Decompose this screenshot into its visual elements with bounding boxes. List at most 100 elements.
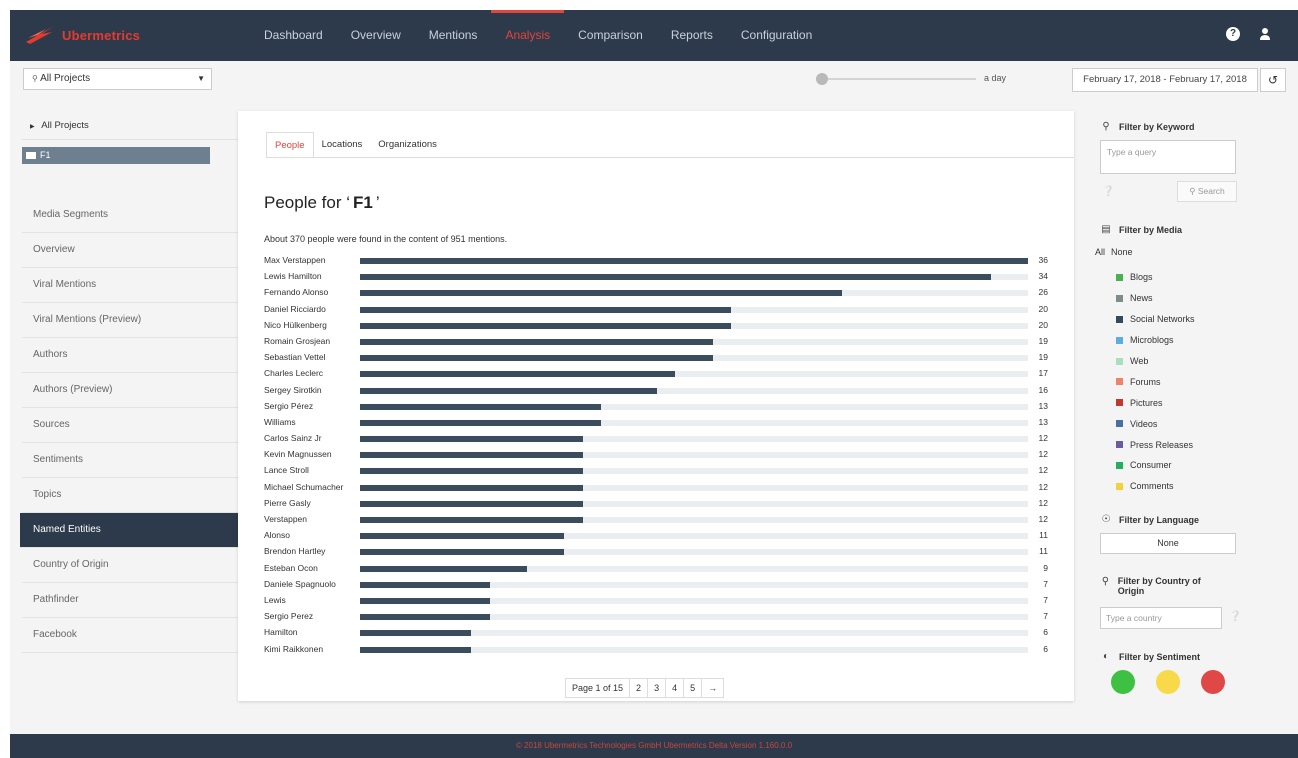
bar[interactable] <box>360 581 490 588</box>
bar-row[interactable]: Brendon Hartley 11 <box>264 544 1054 560</box>
media-filter-item[interactable]: Blogs <box>1116 267 1195 288</box>
bar-row[interactable]: Verstappen 12 <box>264 512 1054 528</box>
sidebar-item-sentiments[interactable]: Sentiments <box>22 443 238 478</box>
media-filter-item[interactable]: News <box>1116 288 1195 309</box>
tab-people[interactable]: People <box>266 132 314 158</box>
bar[interactable] <box>360 517 583 523</box>
bar-row[interactable]: Williams 13 <box>264 415 1054 431</box>
bar[interactable] <box>360 274 991 281</box>
page-4-link[interactable]: 4 <box>666 679 685 697</box>
page-3-link[interactable]: 3 <box>648 679 667 697</box>
bar-row[interactable]: Alonso 11 <box>264 528 1054 544</box>
bar-row[interactable]: Sergio Perez 7 <box>264 609 1054 625</box>
media-filter-item[interactable]: Forums <box>1116 371 1195 392</box>
sidebar-item-viral-mentions-preview[interactable]: Viral Mentions (Preview) <box>22 303 238 338</box>
bar[interactable] <box>360 419 602 426</box>
nav-configuration[interactable]: Configuration <box>727 10 826 61</box>
bar[interactable] <box>360 533 565 540</box>
keyword-search-button[interactable]: ⚲ Search <box>1177 181 1237 202</box>
bar-row[interactable]: Daniele Spagnuolo 7 <box>264 577 1054 593</box>
sidebar-item-overview[interactable]: Overview <box>22 233 238 268</box>
media-filter-item[interactable]: Pictures <box>1116 392 1195 413</box>
bar[interactable] <box>360 387 657 394</box>
bar-row[interactable]: Lewis Hamilton 34 <box>264 269 1054 285</box>
tab-locations[interactable]: Locations <box>314 132 371 158</box>
bar[interactable] <box>360 306 732 313</box>
media-filter-item[interactable]: Microblogs <box>1116 330 1195 351</box>
nav-comparison[interactable]: Comparison <box>564 10 657 61</box>
time-slider[interactable] <box>816 73 976 85</box>
date-range-picker[interactable]: February 17, 2018 - February 17, 2018 <box>1072 68 1258 92</box>
bar-row[interactable]: Esteban Ocon 9 <box>264 561 1054 577</box>
bar-row[interactable]: Carlos Sainz Jr 12 <box>264 431 1054 447</box>
bar-row[interactable]: Nico Hülkenberg 20 <box>264 318 1054 334</box>
nav-mentions[interactable]: Mentions <box>415 10 492 61</box>
bar-row[interactable]: Michael Schumacher 12 <box>264 480 1054 496</box>
project-select[interactable]: ⚲ All Projects ▼ <box>23 68 212 90</box>
media-filter-item[interactable]: Press Releases <box>1116 434 1195 455</box>
media-filter-item[interactable]: Consumer <box>1116 455 1195 476</box>
sidebar-item-topics[interactable]: Topics <box>22 478 238 513</box>
bar-row[interactable]: Lewis 7 <box>264 593 1054 609</box>
bar[interactable] <box>360 258 1028 264</box>
sidebar-item-sources[interactable]: Sources <box>22 408 238 443</box>
bar[interactable] <box>360 468 583 475</box>
slider-handle[interactable] <box>816 73 828 85</box>
media-select-all[interactable]: All <box>1095 247 1105 257</box>
sidebar-item-authors[interactable]: Authors <box>22 338 238 373</box>
bar[interactable] <box>360 614 490 621</box>
media-select-none[interactable]: None <box>1111 247 1133 257</box>
bar[interactable] <box>360 500 583 507</box>
bar[interactable] <box>360 484 583 491</box>
bar[interactable] <box>360 549 565 556</box>
help-icon[interactable]: ❔ <box>1229 611 1241 622</box>
bar-row[interactable]: Sebastian Vettel 19 <box>264 350 1054 366</box>
help-icon[interactable]: ? <box>1226 27 1240 41</box>
logo[interactable]: Ubermetrics <box>24 23 140 47</box>
sidebar-item-authors-preview[interactable]: Authors (Preview) <box>22 373 238 408</box>
nav-analysis[interactable]: Analysis <box>491 10 564 61</box>
bar-row[interactable]: Max Verstappen 36 <box>264 253 1054 269</box>
bar-row[interactable]: Charles Leclerc 17 <box>264 366 1054 382</box>
sentiment-negative-button[interactable] <box>1201 670 1225 694</box>
sidebar-item-country-of-origin[interactable]: Country of Origin <box>22 548 238 583</box>
tree-item-selected-project[interactable]: F1 <box>22 147 210 164</box>
user-icon[interactable] <box>1258 27 1272 41</box>
bar-row[interactable]: Romain Grosjean 19 <box>264 334 1054 350</box>
page-5-link[interactable]: 5 <box>684 679 703 697</box>
bar[interactable] <box>360 338 713 345</box>
bar[interactable] <box>360 403 602 410</box>
bar-row[interactable]: Fernando Alonso 26 <box>264 285 1054 301</box>
sidebar-item-media-segments[interactable]: Media Segments <box>22 198 238 233</box>
tree-item-all-projects[interactable]: ▶ All Projects <box>22 110 238 140</box>
sidebar-item-pathfinder[interactable]: Pathfinder <box>22 583 238 618</box>
bar-row[interactable]: Pierre Gasly 12 <box>264 496 1054 512</box>
language-select[interactable]: None <box>1100 533 1236 554</box>
keyword-input[interactable]: Type a query <box>1100 140 1236 174</box>
bar-row[interactable]: Sergey Sirotkin 16 <box>264 383 1054 399</box>
bar[interactable] <box>360 452 583 459</box>
bar-row[interactable]: Kimi Raikkonen 6 <box>264 642 1054 658</box>
bar[interactable] <box>360 322 732 329</box>
media-filter-item[interactable]: Videos <box>1116 413 1195 434</box>
bar[interactable] <box>360 565 527 572</box>
bar-row[interactable]: Hamilton 6 <box>264 625 1054 641</box>
media-filter-item[interactable]: Web <box>1116 351 1195 372</box>
sidebar-item-named-entities[interactable]: Named Entities <box>20 513 238 548</box>
media-filter-item[interactable]: Comments <box>1116 476 1195 497</box>
reset-date-button[interactable]: ↺ <box>1260 68 1286 92</box>
nav-dashboard[interactable]: Dashboard <box>250 10 337 61</box>
media-filter-item[interactable]: Social Networks <box>1116 309 1195 330</box>
bar[interactable] <box>360 371 676 378</box>
bar[interactable] <box>360 646 472 653</box>
bar[interactable] <box>360 597 490 604</box>
bar[interactable] <box>360 630 472 637</box>
tab-organizations[interactable]: Organizations <box>370 132 445 158</box>
nav-overview[interactable]: Overview <box>337 10 415 61</box>
nav-reports[interactable]: Reports <box>657 10 727 61</box>
bar[interactable] <box>360 436 583 443</box>
sentiment-positive-button[interactable] <box>1111 670 1135 694</box>
bar[interactable] <box>360 290 843 297</box>
country-input[interactable]: Type a country <box>1100 607 1222 629</box>
bar[interactable] <box>360 355 713 362</box>
